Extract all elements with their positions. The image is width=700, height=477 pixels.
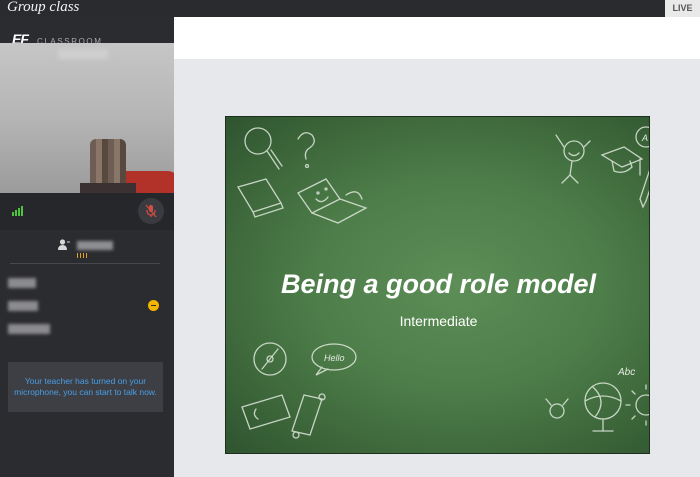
window-title: Group class [7, 0, 80, 15]
participant-item [8, 301, 38, 311]
user-icon [58, 239, 70, 253]
slide-subtitle: Intermediate [399, 313, 478, 329]
divider [10, 263, 160, 264]
doodle-hello: Hello [324, 353, 345, 363]
participant-item [8, 324, 50, 334]
mic-notice: Your teacher has turned on your micropho… [8, 362, 163, 412]
student-face [90, 139, 126, 187]
raise-hand-icon[interactable] [148, 300, 159, 311]
mic-muted-icon[interactable] [138, 198, 164, 224]
slide: Hello Abc A Being a good role model Inte… [225, 116, 650, 454]
self-user-row [0, 231, 174, 263]
participant-item [8, 278, 36, 288]
self-username [77, 241, 113, 250]
toolbar-area [174, 17, 700, 59]
live-badge: LIVE [665, 0, 700, 17]
student-body [80, 183, 136, 193]
video-name-label [58, 49, 108, 59]
doodle-abc: Abc [617, 367, 635, 378]
video-controls [0, 193, 174, 230]
signal-icon [12, 206, 24, 216]
title-bar: Group class LIVE [0, 0, 700, 17]
student-video [0, 43, 174, 193]
doodle-a: A [641, 133, 648, 143]
slide-title: Being a good role model [280, 269, 597, 299]
audio-level-icon [77, 253, 87, 258]
